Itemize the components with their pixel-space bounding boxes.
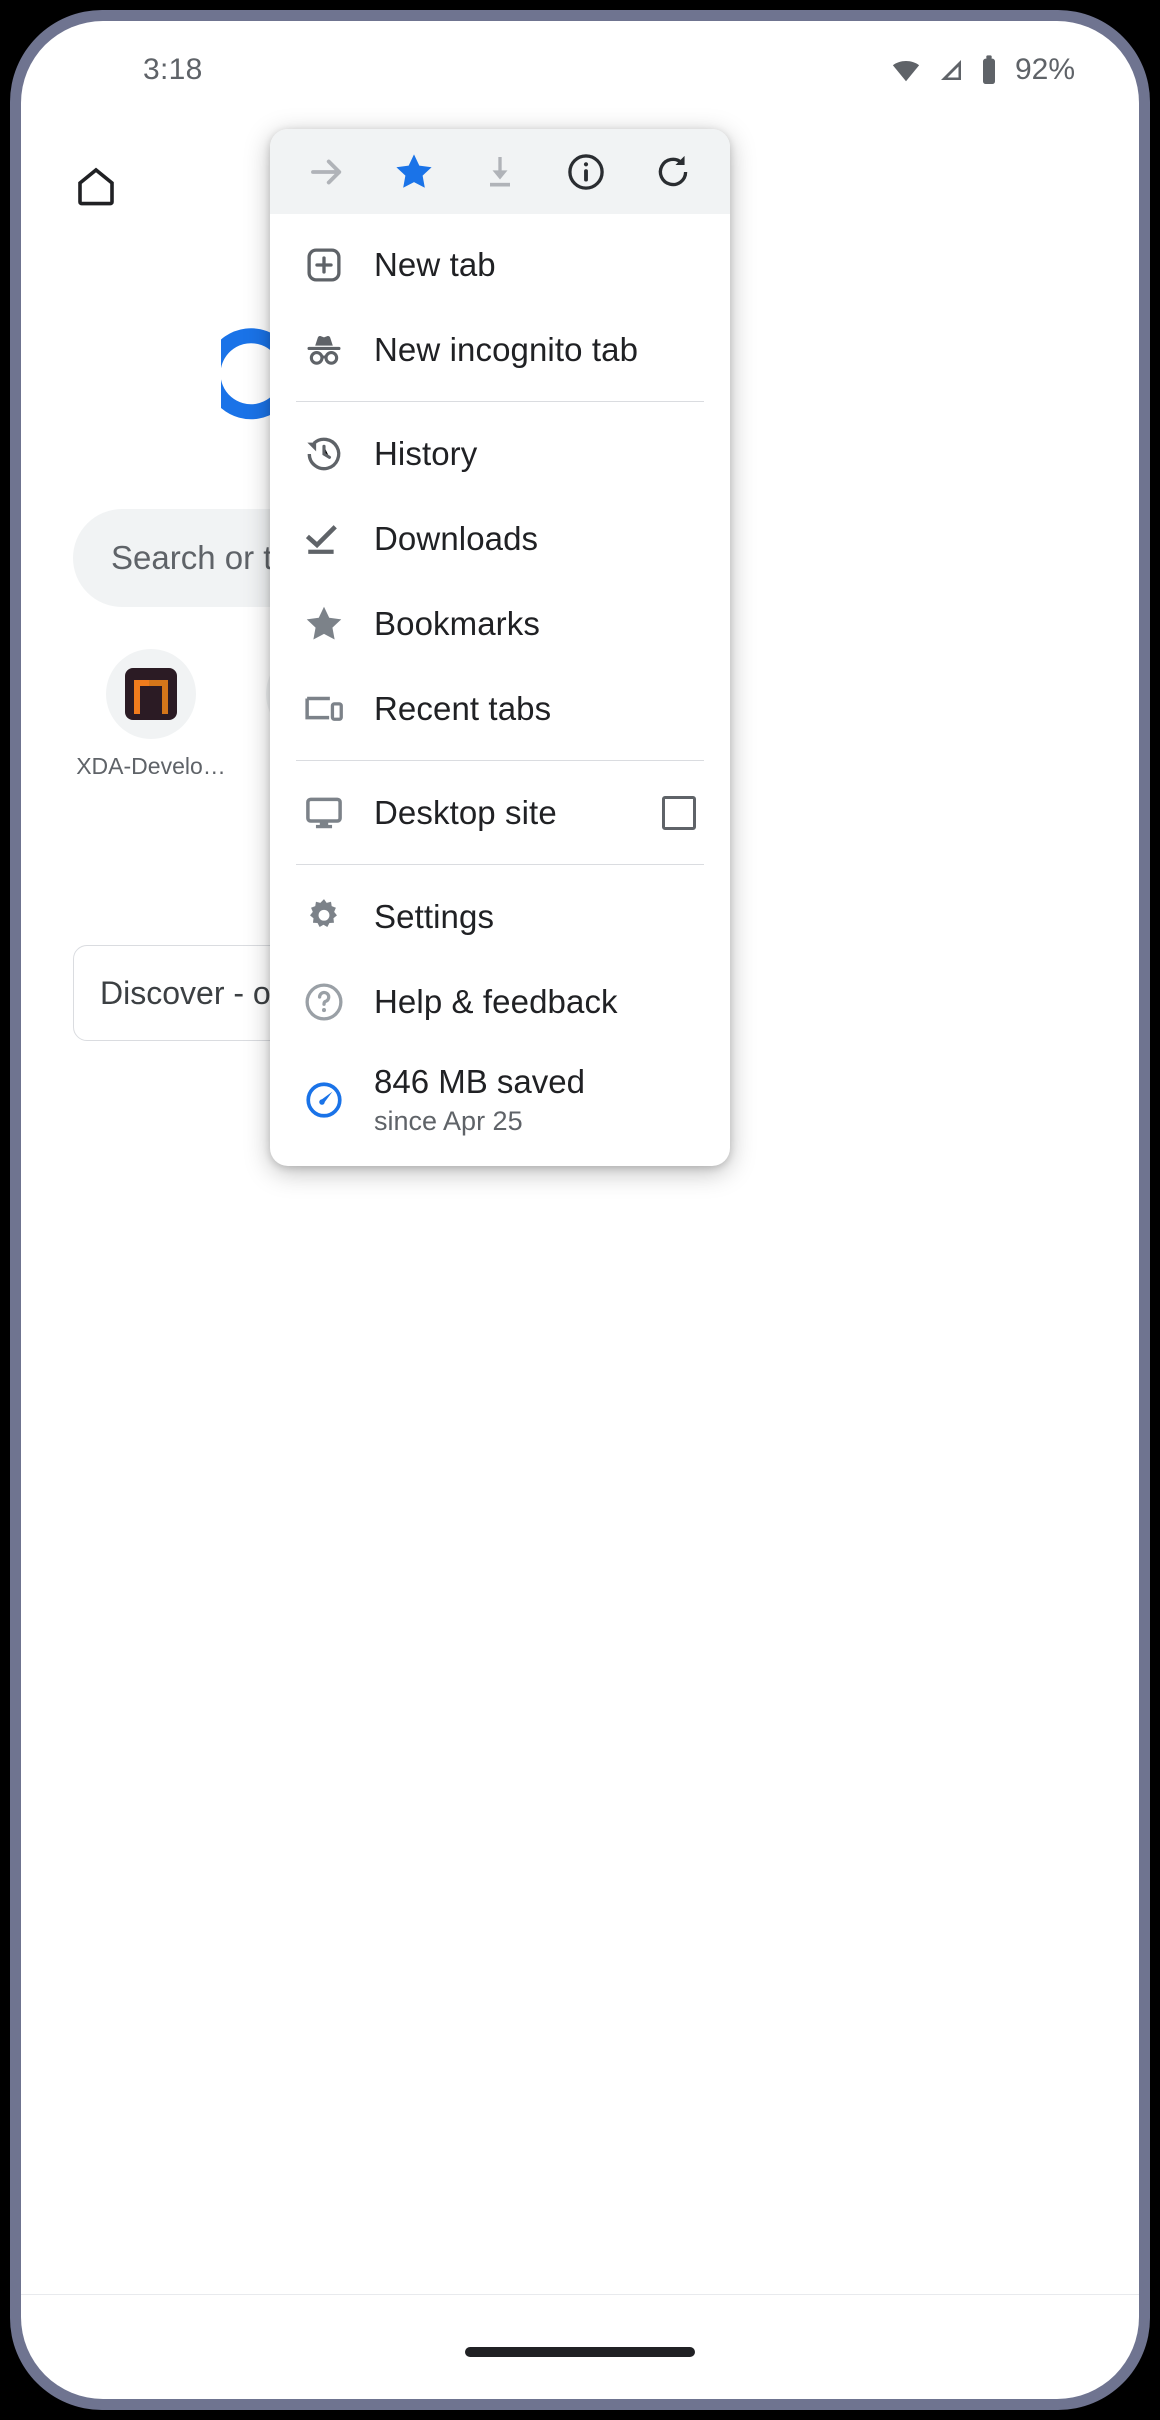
status-icons: 92% bbox=[889, 53, 1075, 87]
data-saver-since: since Apr 25 bbox=[374, 1106, 523, 1137]
home-icon[interactable] bbox=[61, 151, 131, 221]
menu-list: New tab New incognito tab History Downlo… bbox=[270, 214, 730, 1166]
gear-icon bbox=[298, 891, 350, 943]
phone-screen: 3:18 92% Search or type web addr bbox=[21, 21, 1139, 2399]
menu-item-help-feedback[interactable]: Help & feedback bbox=[270, 959, 730, 1044]
menu-item-label: Settings bbox=[374, 897, 495, 935]
battery-icon bbox=[979, 54, 999, 86]
xda-favicon bbox=[106, 649, 196, 739]
menu-item-label: New tab bbox=[374, 245, 496, 283]
history-icon bbox=[298, 428, 350, 480]
wifi-icon bbox=[889, 55, 923, 85]
menu-item-history[interactable]: History bbox=[270, 411, 730, 496]
nav-separator bbox=[21, 2294, 1139, 2295]
reload-icon[interactable] bbox=[642, 141, 704, 203]
forward-icon[interactable] bbox=[296, 141, 358, 203]
downloads-icon bbox=[298, 513, 350, 565]
nav-gesture-pill[interactable] bbox=[465, 2347, 695, 2357]
data-saver-text: 846 MB saved since Apr 25 bbox=[374, 1061, 585, 1139]
menu-item-label: Recent tabs bbox=[374, 689, 552, 727]
menu-item-downloads[interactable]: Downloads bbox=[270, 496, 730, 581]
incognito-icon bbox=[298, 324, 350, 376]
desktop-site-checkbox[interactable] bbox=[662, 795, 696, 830]
menu-divider bbox=[296, 401, 704, 402]
help-icon bbox=[298, 976, 350, 1028]
menu-item-label: New incognito tab bbox=[374, 330, 639, 368]
menu-item-label: Desktop site bbox=[374, 793, 557, 831]
menu-divider bbox=[296, 760, 704, 761]
menu-item-new-tab[interactable]: New tab bbox=[270, 222, 730, 307]
menu-item-label: Bookmarks bbox=[374, 604, 540, 642]
recent-tabs-icon bbox=[298, 683, 350, 735]
cell-signal-icon bbox=[935, 55, 967, 85]
status-bar: 3:18 92% bbox=[21, 21, 1139, 119]
menu-item-data-saver[interactable]: 846 MB saved since Apr 25 bbox=[270, 1044, 730, 1156]
menu-item-label: Downloads bbox=[374, 519, 539, 557]
status-clock: 3:18 bbox=[143, 53, 203, 86]
phone-frame: 3:18 92% Search or type web addr bbox=[10, 10, 1150, 2410]
desktop-icon bbox=[298, 787, 350, 839]
browser-overflow-menu: New tab New incognito tab History Downlo… bbox=[270, 129, 730, 1166]
page-info-icon[interactable] bbox=[555, 141, 617, 203]
new-tab-icon bbox=[298, 239, 350, 291]
data-saver-amount: 846 MB saved bbox=[374, 1062, 585, 1100]
star-icon bbox=[298, 598, 350, 650]
menu-item-recent-tabs[interactable]: Recent tabs bbox=[270, 666, 730, 751]
bookmark-star-icon[interactable] bbox=[383, 141, 445, 203]
menu-toolbar bbox=[270, 129, 730, 214]
menu-item-new-incognito-tab[interactable]: New incognito tab bbox=[270, 307, 730, 392]
menu-item-bookmarks[interactable]: Bookmarks bbox=[270, 581, 730, 666]
shortcut-label: XDA-Develo… bbox=[76, 753, 226, 779]
download-icon[interactable] bbox=[469, 141, 531, 203]
menu-item-label: Help & feedback bbox=[374, 982, 618, 1020]
menu-item-label: History bbox=[374, 434, 478, 472]
menu-divider bbox=[296, 864, 704, 865]
discover-label: Discover - off bbox=[100, 974, 288, 1011]
battery-percent: 92% bbox=[1014, 53, 1075, 86]
menu-item-desktop-site[interactable]: Desktop site bbox=[270, 770, 730, 855]
shortcut-tile[interactable]: XDA-Develo… bbox=[71, 649, 231, 780]
menu-item-settings[interactable]: Settings bbox=[270, 874, 730, 959]
data-saver-icon bbox=[298, 1074, 350, 1126]
